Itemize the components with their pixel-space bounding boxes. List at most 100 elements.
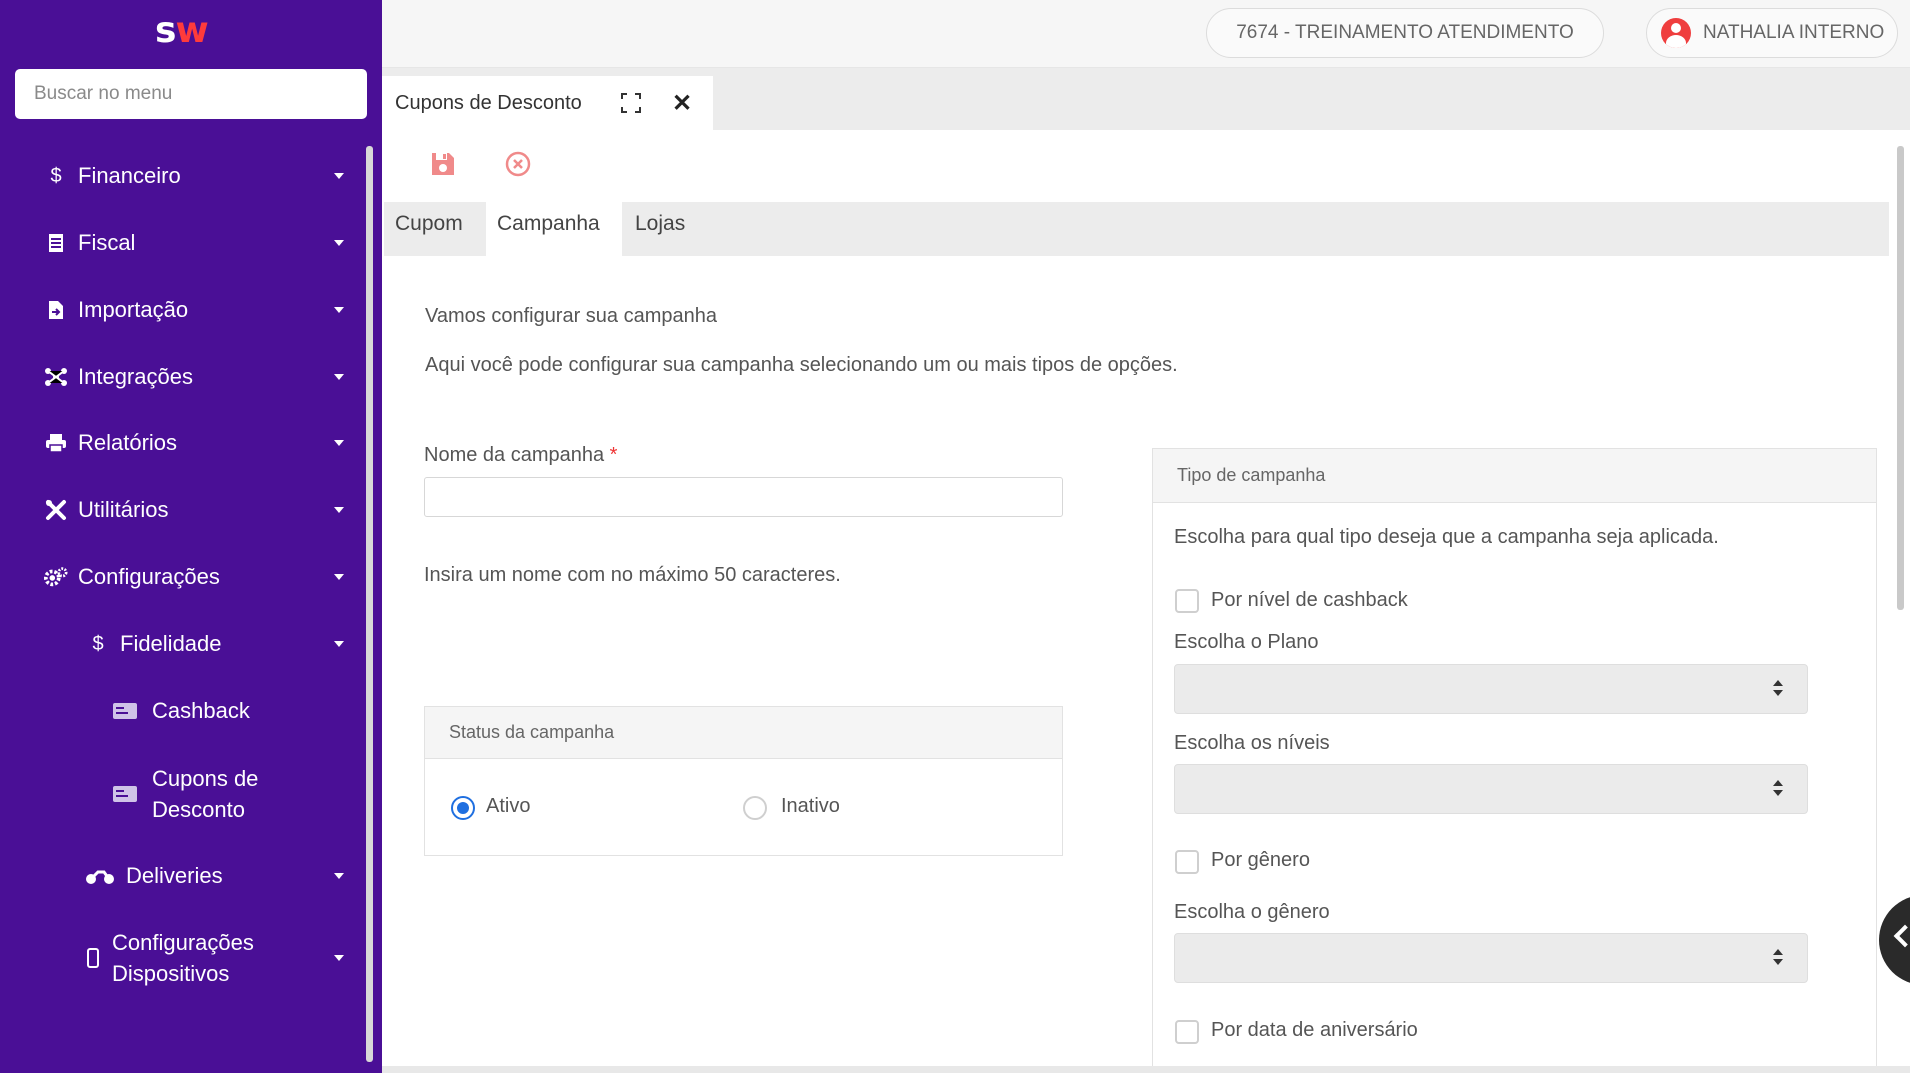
sidebar-item-cupons-de-desconto[interactable]: Cupons de Desconto	[112, 762, 344, 826]
levels-select[interactable]	[1174, 764, 1808, 814]
cancel-icon[interactable]	[505, 151, 531, 177]
caret-down-icon	[334, 307, 344, 313]
status-panel: Status da campanha Ativo Inativo	[424, 706, 1063, 856]
tab-campanha[interactable]: Campanha	[486, 202, 622, 256]
plan-select[interactable]	[1174, 664, 1808, 714]
sidebar-item-configuracoes-dispositivos[interactable]: Configurações Dispositivos	[86, 926, 344, 990]
status-radio-ativo[interactable]	[451, 796, 475, 820]
caret-down-icon	[334, 374, 344, 380]
gender-checkbox[interactable]	[1175, 850, 1199, 874]
window-tab-cupons-de-desconto[interactable]: Cupons de Desconto ✕	[382, 76, 713, 130]
form-tabs: Cupom Campanha Lojas	[384, 202, 1889, 256]
campaign-type-description: Escolha para qual tipo deseja que a camp…	[1174, 526, 1719, 548]
birthday-checkbox[interactable]	[1175, 1020, 1199, 1044]
campaign-name-hint: Insira um nome com no máximo 50 caracter…	[424, 564, 841, 586]
expand-icon[interactable]	[621, 93, 641, 113]
sidebar-item-configuracoes[interactable]: Configurações	[44, 553, 344, 601]
network-icon	[44, 367, 68, 387]
status-option-ativo: Ativo	[486, 795, 531, 817]
dollar-icon: $	[50, 164, 62, 187]
file-import-icon	[44, 300, 68, 320]
sidebar-item-label: Financeiro	[78, 162, 181, 188]
company-label: 7674 - TREINAMENTO ATENDIMENTO	[1236, 22, 1574, 43]
menu-search-input[interactable]	[15, 69, 367, 119]
sidebar-item-label: Cashback	[152, 697, 250, 723]
user-name: NATHALIA INTERNO	[1703, 22, 1885, 43]
sidebar-item-label: Deliveries	[126, 862, 223, 888]
document-icon	[44, 233, 68, 253]
card-icon	[112, 785, 138, 803]
content-scrollbar[interactable]	[1897, 146, 1904, 610]
select-arrows-icon	[1773, 949, 1783, 967]
save-icon[interactable]	[430, 151, 456, 177]
required-mark: *	[609, 444, 618, 466]
tab-label: Lojas	[635, 212, 686, 235]
campaign-name-label: Nome da campanha *	[424, 444, 617, 467]
chevron-left-icon	[1893, 924, 1910, 948]
sidebar-item-label: Integrações	[78, 363, 193, 389]
sidebar-item-label-line1: Configurações	[112, 930, 254, 955]
tab-label: Cupom	[395, 212, 463, 235]
status-option-inativo: Inativo	[781, 795, 840, 817]
gender-label: Escolha o gênero	[1174, 901, 1330, 923]
gender-checkbox-label: Por gênero	[1211, 849, 1310, 871]
window-tab-strip: Cupons de Desconto ✕	[382, 68, 1910, 130]
mobile-icon	[86, 948, 100, 968]
levels-label: Escolha os níveis	[1174, 732, 1330, 754]
sidebar-item-label: Importação	[78, 296, 189, 322]
top-bar: 7674 - TREINAMENTO ATENDIMENTO NATHALIA …	[382, 0, 1910, 68]
campaign-name-input[interactable]	[424, 477, 1063, 517]
status-panel-title: Status da campanha	[425, 707, 1062, 759]
gears-icon	[44, 566, 68, 588]
select-arrows-icon	[1773, 780, 1783, 798]
sidebar-item-cashback[interactable]: Cashback	[112, 687, 344, 735]
cashback-level-label: Por nível de cashback	[1211, 589, 1408, 611]
status-radio-inativo[interactable]	[743, 796, 767, 820]
gender-select[interactable]	[1174, 933, 1808, 983]
sidebar-item-label-line2: Dispositivos	[112, 961, 230, 986]
campaign-type-panel-title: Tipo de campanha	[1153, 449, 1876, 503]
page-heading: Vamos configurar sua campanha	[425, 305, 718, 327]
sidebar-item-utilitarios[interactable]: Utilitários	[44, 486, 344, 534]
sidebar-item-integracoes[interactable]: Integrações	[44, 353, 344, 401]
cashback-level-checkbox[interactable]	[1175, 589, 1199, 613]
select-arrows-icon	[1773, 680, 1783, 698]
caret-down-icon	[334, 641, 344, 647]
caret-down-icon	[334, 873, 344, 879]
close-icon[interactable]: ✕	[672, 89, 692, 118]
sidebar-item-fidelidade[interactable]: $ Fidelidade	[86, 620, 344, 668]
caret-down-icon	[334, 440, 344, 446]
sidebar-item-relatorios[interactable]: Relatórios	[44, 419, 344, 467]
sidebar-item-label-line2: Desconto	[152, 797, 245, 822]
sidebar-item-label: Fidelidade	[120, 630, 222, 656]
brand-logo[interactable]: sw	[155, 10, 227, 58]
printer-icon	[44, 433, 68, 453]
sidebar-item-importacao[interactable]: Importação	[44, 286, 344, 334]
caret-down-icon	[334, 507, 344, 513]
sidebar-item-financeiro[interactable]: $ Financeiro	[44, 152, 344, 200]
panel-title-text: Tipo de campanha	[1177, 465, 1326, 485]
bottom-divider	[382, 1066, 1910, 1073]
sidebar-item-deliveries[interactable]: Deliveries	[86, 852, 344, 900]
tools-icon	[44, 499, 68, 521]
side-panel-toggle[interactable]	[1879, 895, 1910, 985]
tab-lojas[interactable]: Lojas	[635, 202, 705, 256]
sidebar: sw $ Financeiro Fiscal Importação Integr…	[0, 0, 382, 1073]
caret-down-icon	[334, 574, 344, 580]
user-avatar-icon	[1661, 18, 1691, 48]
caret-down-icon	[334, 173, 344, 179]
motorcycle-icon	[86, 867, 114, 885]
sidebar-item-label-line1: Cupons de	[152, 766, 259, 791]
sidebar-item-label: Relatórios	[78, 429, 178, 455]
caret-down-icon	[334, 955, 344, 961]
birthday-checkbox-label: Por data de aniversário	[1211, 1019, 1418, 1041]
sidebar-item-fiscal[interactable]: Fiscal	[44, 219, 344, 267]
sidebar-item-label: Fiscal	[78, 229, 136, 255]
tab-cupom[interactable]: Cupom	[395, 202, 485, 256]
caret-down-icon	[334, 240, 344, 246]
tab-label: Campanha	[497, 212, 600, 235]
dollar-icon: $	[92, 632, 104, 655]
company-selector[interactable]: 7674 - TREINAMENTO ATENDIMENTO	[1206, 8, 1604, 58]
sidebar-scrollbar[interactable]	[366, 146, 373, 1062]
user-menu[interactable]: NATHALIA INTERNO	[1646, 8, 1898, 58]
